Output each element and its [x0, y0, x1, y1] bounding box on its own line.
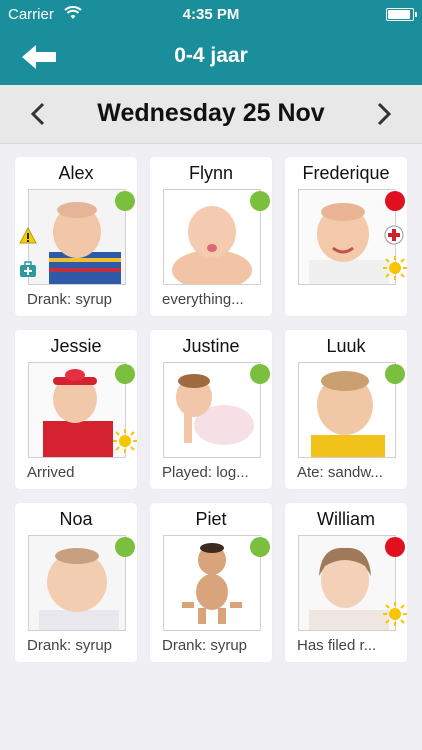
present-status-dot [250, 364, 270, 384]
present-status-dot [115, 364, 135, 384]
child-name: William [317, 509, 375, 529]
child-activity: Drank: syrup [27, 637, 113, 654]
child-activity: Drank: syrup [162, 637, 248, 654]
child-activity: everything... [162, 291, 244, 308]
present-status-dot [250, 537, 270, 557]
status-bar: Carrier 4:35 PM [0, 0, 422, 30]
child-photo [298, 189, 396, 285]
child-name: Alex [58, 163, 94, 183]
child-card-justine[interactable]: Justine Played: log... [150, 330, 272, 489]
absent-status-dot [385, 537, 405, 557]
sun-icon [383, 602, 407, 626]
sun-icon [383, 256, 407, 280]
child-name: Flynn [188, 163, 233, 183]
child-card-william[interactable]: William Has filed r... [285, 503, 407, 662]
present-status-dot [385, 364, 405, 384]
sun-icon [113, 429, 137, 453]
present-status-dot [250, 191, 270, 211]
child-photo [298, 362, 396, 458]
child-photo [28, 535, 126, 631]
child-card-luuk[interactable]: Luuk Ate: sandw... [285, 330, 407, 489]
child-card-jessie[interactable]: Jessie Arrived [15, 330, 137, 489]
present-status-dot [115, 191, 135, 211]
child-activity: Played: log... [162, 464, 249, 481]
child-name: Luuk [326, 336, 366, 356]
child-photo [28, 362, 126, 458]
absent-status-dot [385, 191, 405, 211]
present-status-dot [115, 537, 135, 557]
child-name: Jessie [50, 336, 102, 356]
child-name: Noa [59, 509, 93, 529]
child-name: Justine [182, 336, 240, 356]
page-title: 0-4 jaar [174, 44, 248, 67]
child-photo [163, 189, 261, 285]
battery-icon [386, 8, 417, 21]
medicine-kit-icon [20, 261, 36, 277]
child-photo [163, 362, 261, 458]
child-photo [163, 535, 261, 631]
child-name: Piet [195, 509, 227, 529]
child-photo [298, 535, 396, 631]
child-activity: Arrived [27, 464, 75, 481]
child-name: Frederique [302, 163, 390, 183]
medical-cross-icon [384, 225, 404, 245]
date-label: Wednesday 25 Nov [97, 99, 325, 127]
status-time: 4:35 PM [182, 6, 240, 23]
child-card-frederique[interactable]: Frederique [285, 157, 407, 316]
nav-bar: 0-4 jaar [0, 30, 422, 85]
child-card-flynn[interactable]: Flynn everything... [150, 157, 272, 316]
child-activity: Drank: syrup [27, 291, 113, 308]
child-card-alex[interactable]: Alex Drank: syrup [15, 157, 137, 316]
child-activity: Ate: sandw... [297, 464, 383, 481]
child-activity: Has filed r... [297, 637, 377, 654]
date-bar: Wednesday 25 Nov [0, 85, 422, 144]
child-photo [28, 189, 126, 285]
child-card-piet[interactable]: Piet Drank: syrup [150, 503, 272, 662]
child-card-noa[interactable]: Noa Drank: syrup [15, 503, 137, 662]
warning-icon [19, 227, 37, 244]
next-day-button[interactable] [368, 99, 398, 129]
children-grid: Alex Drank: syrup Flynn everything... Fr… [15, 157, 407, 662]
